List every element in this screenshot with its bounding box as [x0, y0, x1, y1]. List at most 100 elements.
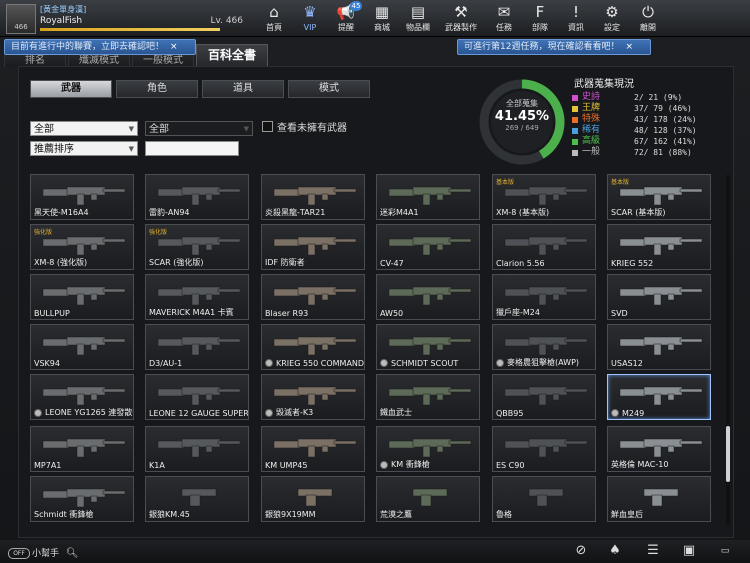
weapon-image: [157, 286, 241, 306]
weapon-card[interactable]: Blaser R93: [261, 274, 365, 320]
weapon-card[interactable]: 毀滅者-K3: [261, 374, 365, 420]
weapon-edition-tag: 基本版: [496, 179, 515, 186]
nav-power[interactable]: ⏻ 離開: [630, 1, 666, 35]
legend-row: 特殊 43/ 178 (24%): [572, 114, 722, 125]
weapon-card[interactable]: 雷豹-AN94: [145, 174, 249, 220]
nav-ticket[interactable]: ✉ 任務: [486, 1, 522, 35]
weapon-card[interactable]: 麥格農狙擊槍(AWP): [492, 324, 596, 370]
legend-value: 48/ 128 (37%): [634, 126, 697, 135]
legend-swatch: [572, 106, 578, 112]
weapon-card[interactable]: KM UMP45: [261, 426, 365, 472]
bottom-bar: [0, 540, 750, 563]
weapon-card[interactable]: 炎殺黑龍-TAR21: [261, 174, 365, 220]
weapon-card[interactable]: LEONE YG1265 連發散彈: [30, 374, 134, 420]
close-icon[interactable]: ×: [170, 42, 178, 52]
weapon-card[interactable]: 基本版 XM-8 (基本版): [492, 174, 596, 220]
nav-home[interactable]: ⌂ 首頁: [256, 1, 292, 35]
weapon-card[interactable]: K1A: [145, 426, 249, 472]
weapon-name: 銀狼9X19MM: [265, 510, 316, 519]
league-notice[interactable]: 目前有進行中的聯賽，立即去確認吧！ ×: [4, 39, 196, 55]
weapon-card[interactable]: 英格倫 MAC-10: [607, 426, 711, 472]
weapon-image: [42, 286, 126, 306]
weapon-name: LEONE YG1265 連發散彈: [45, 408, 134, 417]
scrollbar-thumb[interactable]: [726, 426, 730, 482]
legend-swatch: [572, 95, 578, 101]
player-profile[interactable]: 466 [黃金單身漢] RoyalFish Lv. 466: [4, 3, 259, 34]
weapon-card[interactable]: USAS12: [607, 324, 711, 370]
weapon-card[interactable]: 魯格: [492, 476, 596, 522]
weapon-card[interactable]: 鐵血武士: [376, 374, 480, 420]
weapon-card[interactable]: VSK94: [30, 324, 134, 370]
weapon-name: M249: [622, 409, 645, 418]
search-input[interactable]: [145, 141, 239, 156]
helper-toggle[interactable]: OFF 小幫手 🔍︎: [8, 546, 79, 559]
weapon-card[interactable]: 強化版 SCAR (強化版): [145, 224, 249, 270]
weapon-name: KM UMP45: [265, 461, 308, 470]
weapon-card[interactable]: LEONE 12 GAUGE SUPER: [145, 374, 249, 420]
weapon-card[interactable]: ES C90: [492, 426, 596, 472]
weapon-image: [157, 438, 241, 458]
helper-switch[interactable]: OFF: [8, 548, 30, 559]
top-bar: 466 [黃金單身漢] RoyalFish Lv. 466 ⌂ 首頁 ♛ VIP 📢 提醒…: [0, 0, 750, 37]
weapon-card[interactable]: KRIEG 552: [607, 224, 711, 270]
screenshot-icon[interactable]: ▭: [716, 543, 734, 559]
unowned-label: 查看未擁有武器: [277, 123, 347, 134]
sort-select[interactable]: 推薦排序 ▼: [30, 141, 138, 156]
tab-encyclopedia[interactable]: 百科全書: [196, 44, 268, 67]
unowned-checkbox[interactable]: [262, 121, 273, 132]
nav-info[interactable]: ! 資訊: [558, 1, 594, 35]
weapon-card[interactable]: D3/AU-1: [145, 324, 249, 370]
search-icon[interactable]: 🔍︎: [66, 548, 79, 559]
checklist-icon[interactable]: ☰: [644, 543, 662, 559]
weapon-card[interactable]: 銀狼9X19MM: [261, 476, 365, 522]
weapon-card[interactable]: 荒漠之鷹: [376, 476, 480, 522]
weapon-name: 黑天使-M16A4: [34, 208, 89, 217]
weapon-name: 銀狼KM.45: [149, 510, 190, 519]
weapon-card[interactable]: Schmidt 衝鋒槍: [30, 476, 134, 522]
close-icon[interactable]: ×: [625, 42, 633, 52]
shooter-alert-icon[interactable]: ♠: [606, 543, 624, 559]
weapon-card[interactable]: SVD: [607, 274, 711, 320]
weapon-name: USAS12: [611, 359, 643, 368]
weapon-card[interactable]: 基本版 SCAR (基本版): [607, 174, 711, 220]
weapon-card[interactable]: CV-47: [376, 224, 480, 270]
weapon-card[interactable]: M249: [607, 374, 711, 420]
tab-items[interactable]: 道具: [202, 80, 284, 98]
weapon-card[interactable]: MAVERICK M4A1 卡賓: [145, 274, 249, 320]
weapon-image: [388, 386, 472, 406]
weapon-card[interactable]: IDF 防衛者: [261, 224, 365, 270]
type-select[interactable]: 全部 ▼: [145, 121, 253, 136]
weapon-card[interactable]: KRIEG 550 COMMANDO: [261, 324, 365, 370]
weapon-card[interactable]: BULLPUP: [30, 274, 134, 320]
briefcase-icon: ▤: [410, 3, 426, 21]
nav-crown[interactable]: ♛ VIP: [292, 1, 328, 35]
weapon-card[interactable]: 鮮血皇后: [607, 476, 711, 522]
nav-briefcase[interactable]: ▤ 物品欄: [400, 1, 436, 35]
weapon-card[interactable]: QBB95: [492, 374, 596, 420]
weapon-card[interactable]: 獵戶座-M24: [492, 274, 596, 320]
nav-gun-craft[interactable]: ⚒ 武器製作: [436, 1, 486, 35]
weapon-card[interactable]: 迷彩M4A1: [376, 174, 480, 220]
nav-store[interactable]: ▦ 商城: [364, 1, 400, 35]
compass-icon[interactable]: ⊘: [572, 543, 590, 559]
tab-modes[interactable]: 模式: [288, 80, 370, 98]
nav-clan[interactable]: F 部隊: [522, 1, 558, 35]
nav-megaphone[interactable]: 📢 提醒 45: [328, 1, 364, 35]
weapon-card[interactable]: Clarion 5.56: [492, 224, 596, 270]
mission-notice[interactable]: 可進行第12週任務，現在確認看看吧！ ×: [457, 39, 651, 55]
category-select[interactable]: 全部 ▼: [30, 121, 138, 136]
nav-gear[interactable]: ⚙ 設定: [594, 1, 630, 35]
weapon-card[interactable]: AW50: [376, 274, 480, 320]
weapon-image: [619, 438, 703, 458]
weapon-card[interactable]: KM 衝鋒槍: [376, 426, 480, 472]
weapon-edition-tag: 強化版: [149, 229, 168, 236]
tab-characters[interactable]: 角色: [116, 80, 198, 98]
weapon-card[interactable]: 黑天使-M16A4: [30, 174, 134, 220]
weapon-card[interactable]: MP7A1: [30, 426, 134, 472]
tab-weapons[interactable]: 武器: [30, 80, 112, 98]
weapon-name: D3/AU-1: [149, 359, 183, 368]
weapon-card[interactable]: 銀狼KM.45: [145, 476, 249, 522]
weapon-card[interactable]: 強化版 XM-8 (強化版): [30, 224, 134, 270]
weapon-card[interactable]: SCHMIDT SCOUT: [376, 324, 480, 370]
calendar-icon[interactable]: ▣: [680, 543, 698, 559]
